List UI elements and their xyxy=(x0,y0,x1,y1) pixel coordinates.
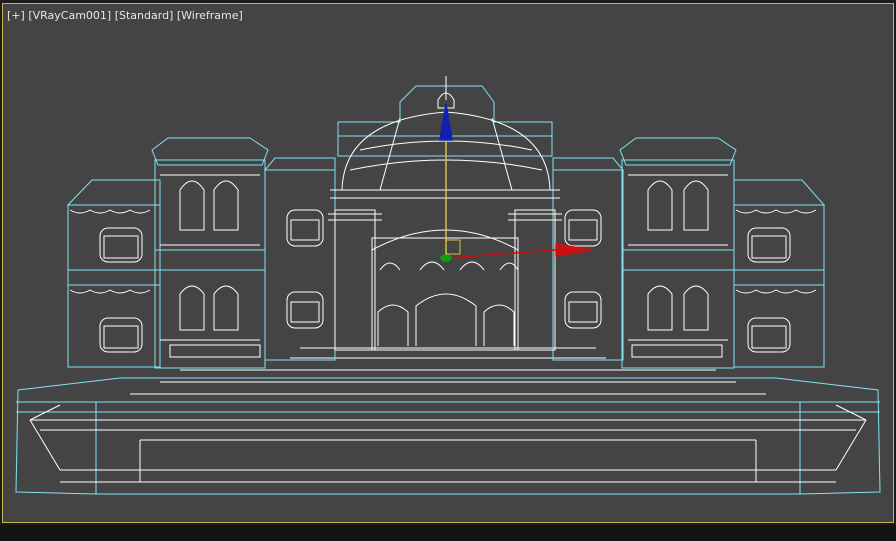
left-wing xyxy=(66,179,161,368)
center-right-wall xyxy=(552,157,625,361)
center-left-wall xyxy=(263,157,336,361)
left-tower-arches xyxy=(160,174,261,358)
center-right-windows xyxy=(564,209,602,329)
viewport-bottom-bar xyxy=(0,525,896,541)
wireframe-scene[interactable] xyxy=(0,0,896,541)
right-wing-windows xyxy=(735,209,817,353)
left-tower xyxy=(151,137,269,369)
right-tower xyxy=(619,137,737,369)
base-platform xyxy=(15,377,881,495)
right-tower-arches xyxy=(628,174,728,358)
left-wing-windows xyxy=(69,209,151,353)
center-left-windows xyxy=(286,209,324,329)
